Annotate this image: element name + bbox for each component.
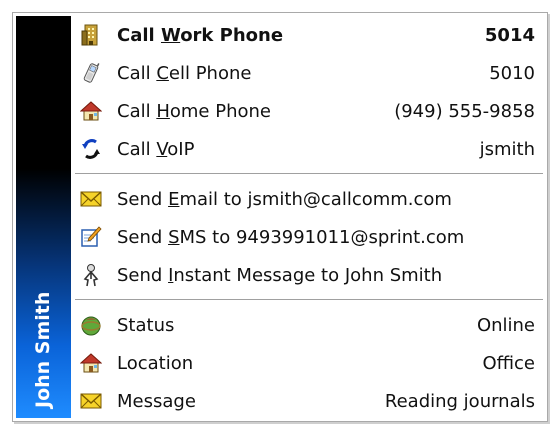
presence-globe-icon <box>79 313 103 337</box>
menu-item-call-work-phone[interactable]: Call Work Phone 5014 <box>71 16 547 54</box>
voip-arrows-icon <box>79 137 103 161</box>
status-value: Online <box>476 314 535 336</box>
cell-phone-icon <box>79 61 103 85</box>
menu-item-message[interactable]: Message Reading journals <box>71 382 547 420</box>
envelope-icon <box>79 389 103 413</box>
cell-phone-number: 5010 <box>489 62 535 84</box>
menu-label-suffix: oIP <box>167 138 195 160</box>
message-value: Reading journals <box>384 390 535 412</box>
menu-label-prefix: Call <box>117 138 157 160</box>
house-icon <box>79 351 103 375</box>
menu-item-call-cell-phone[interactable]: Call Cell Phone 5010 <box>71 54 547 92</box>
menu-item-status[interactable]: Status Online <box>71 306 547 344</box>
menu-label-prefix: Call <box>117 62 157 84</box>
house-icon <box>79 99 103 123</box>
menu-item-send-instant-message[interactable]: Send Instant Message to John Smith <box>71 256 547 294</box>
menu-label-accelerator: W <box>160 24 181 46</box>
menu-label-prefix: Send <box>117 264 169 286</box>
menu-label-suffix: ork Phone <box>180 24 284 46</box>
menu-label-accelerator: S <box>168 226 180 248</box>
voip-username: jsmith <box>479 138 535 160</box>
menu-item-send-sms[interactable]: Send SMS to 9493991011@sprint.com <box>71 218 547 256</box>
menu-item-call-home-phone[interactable]: Call Home Phone (949) 555-9858 <box>71 92 547 130</box>
menu-label-prefix: Send <box>117 226 169 248</box>
notepad-pen-icon <box>79 225 103 249</box>
menu-label-accelerator: C <box>156 62 169 84</box>
menu-label-prefix: Call <box>117 100 157 122</box>
status-label: Status <box>117 314 175 336</box>
menu-items: Call Work Phone 5014 Call Cell Phone 501… <box>71 13 547 421</box>
menu-separator <box>75 299 543 301</box>
menu-label-prefix: Call <box>117 24 161 46</box>
menu-label-suffix: ome Phone <box>169 100 271 122</box>
message-label: Message <box>117 390 196 412</box>
menu-label-accelerator: H <box>156 100 170 122</box>
menu-item-call-voip[interactable]: Call VoIP jsmith <box>71 130 547 168</box>
home-phone-number: (949) 555-9858 <box>394 100 535 122</box>
menu-item-send-email[interactable]: Send Email to jsmith@callcomm.com <box>71 180 547 218</box>
menu-label-suffix: mail to jsmith@callcomm.com <box>179 188 452 210</box>
location-value: Office <box>482 352 535 374</box>
contact-context-menu: John Smith Call Work Phone 5014 Call Cel… <box>12 12 548 422</box>
menu-item-location[interactable]: Location Office <box>71 344 547 382</box>
menu-separator <box>75 173 543 175</box>
menu-label-accelerator: V <box>156 138 168 160</box>
menu-label-suffix: MS to 9493991011@sprint.com <box>179 226 465 248</box>
menu-label-suffix: nstant Message to John Smith <box>173 264 443 286</box>
contact-name-vertical: John Smith <box>31 291 54 408</box>
envelope-icon <box>79 187 103 211</box>
contact-sidebar: John Smith <box>16 16 71 418</box>
location-label: Location <box>117 352 194 374</box>
office-building-icon <box>79 23 103 47</box>
menu-label-prefix: Send <box>117 188 169 210</box>
work-phone-number: 5014 <box>484 24 535 46</box>
menu-label-suffix: ell Phone <box>168 62 252 84</box>
person-icon <box>79 263 103 287</box>
menu-label-accelerator: E <box>168 188 180 210</box>
